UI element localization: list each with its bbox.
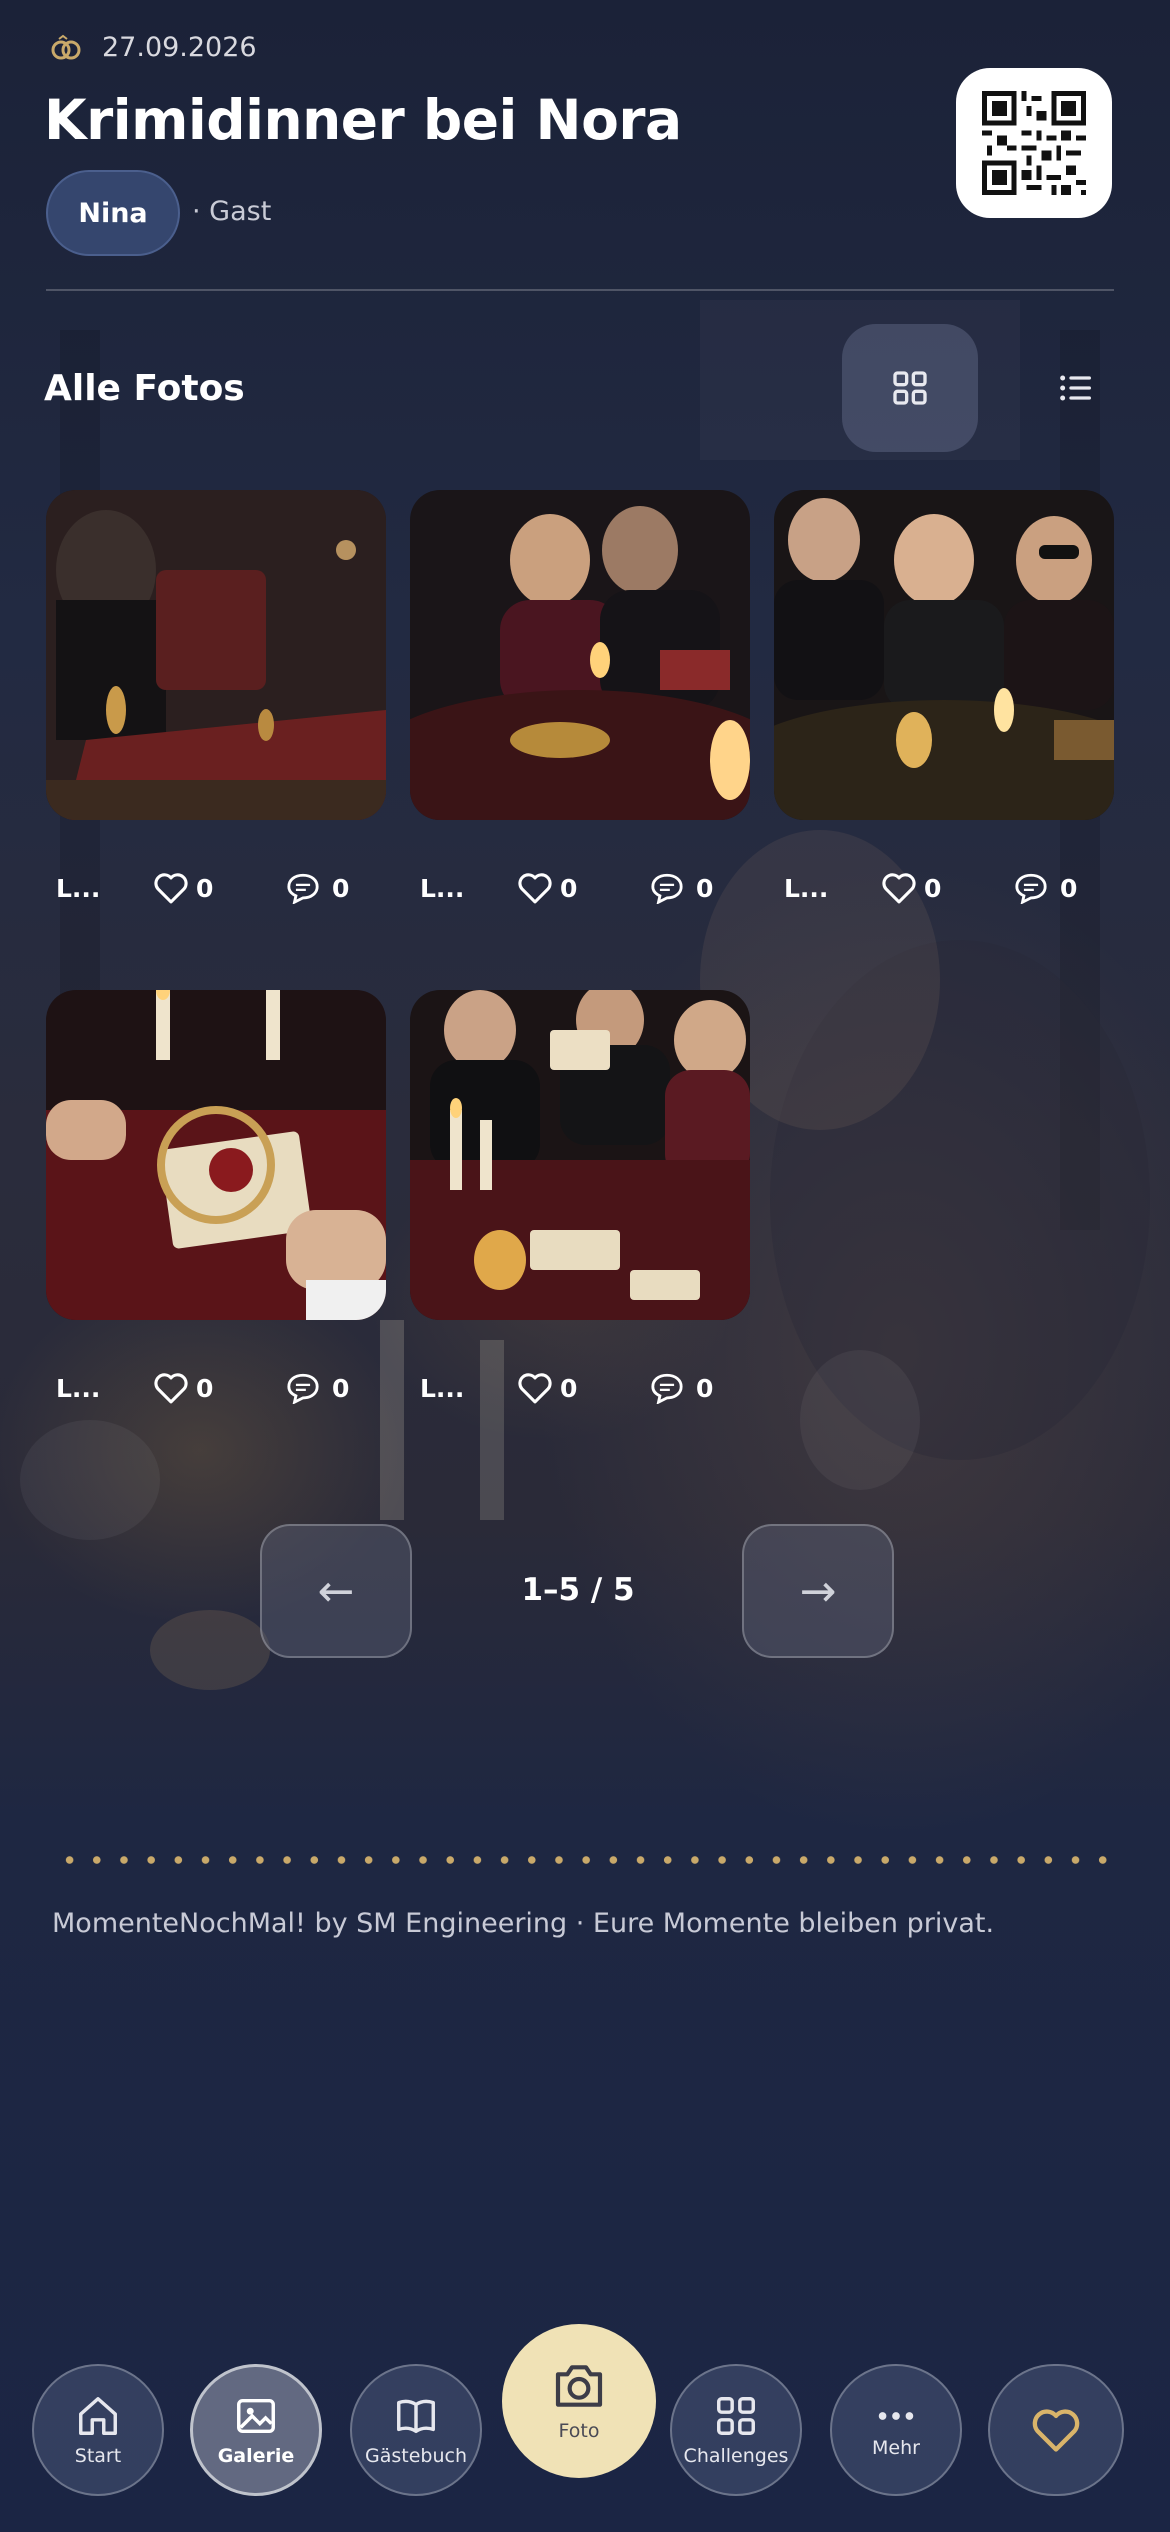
photo-thumbnail[interactable]	[46, 490, 386, 820]
like-count: 0	[560, 1373, 578, 1403]
rings-icon	[51, 34, 81, 59]
like-count: 0	[196, 1373, 214, 1403]
user-role: · Gast	[192, 196, 272, 227]
comment-button[interactable]: 0	[1014, 872, 1077, 904]
heart-icon	[518, 1373, 552, 1404]
nav-start[interactable]: Start	[32, 2364, 164, 2496]
nav-label: Foto	[558, 2420, 600, 2442]
heart-icon	[154, 873, 188, 904]
photo-meta: L... 0 0	[774, 868, 1114, 908]
photo-image	[46, 990, 386, 1320]
like-count: 0	[196, 873, 214, 903]
photo-image	[774, 490, 1114, 820]
list-icon	[1060, 375, 1091, 401]
heart-icon	[154, 1373, 188, 1404]
heart-icon	[882, 873, 916, 904]
photo-owner: L...	[420, 873, 465, 903]
page-indicator: 1–5 / 5	[521, 1572, 635, 1608]
like-count: 0	[924, 873, 942, 903]
comment-count: 0	[1060, 873, 1078, 903]
next-page-button[interactable]: →	[742, 1524, 894, 1658]
nav-label: Mehr	[872, 2437, 920, 2459]
dotted-divider	[56, 1856, 1116, 1864]
event-date: 27.09.2026	[50, 32, 257, 63]
photo-thumbnail[interactable]	[46, 990, 386, 1320]
like-count: 0	[560, 873, 578, 903]
comment-icon	[287, 873, 319, 904]
comment-button[interactable]: 0	[286, 1372, 349, 1404]
grid-icon	[893, 371, 927, 405]
comment-icon	[651, 1373, 683, 1404]
qr-code-button[interactable]	[956, 68, 1112, 218]
page-title: Krimidinner bei Nora	[44, 88, 682, 152]
nav-gaestebuch[interactable]: Gästebuch	[350, 2364, 482, 2496]
like-button[interactable]: 0	[152, 871, 232, 905]
like-button[interactable]: 0	[880, 871, 960, 905]
comment-button[interactable]: 0	[650, 872, 713, 904]
like-button[interactable]: 0	[516, 871, 596, 905]
arrow-right-icon: →	[799, 1565, 837, 1617]
nav-label: Gästebuch	[365, 2445, 467, 2467]
nav-mehr[interactable]: Mehr	[830, 2364, 962, 2496]
comment-button[interactable]: 0	[650, 1372, 713, 1404]
book-icon	[397, 2399, 435, 2434]
comment-count: 0	[332, 873, 350, 903]
like-button[interactable]: 0	[152, 1371, 232, 1405]
photo-thumbnail[interactable]	[774, 490, 1114, 820]
photo-owner: L...	[784, 873, 829, 903]
user-name-chip[interactable]: Nina	[46, 170, 180, 256]
date-text: 27.09.2026	[102, 32, 257, 63]
grid-icon	[717, 2397, 755, 2435]
photo-meta: L... 0 0	[410, 868, 750, 908]
camera-icon	[555, 2365, 603, 2407]
nav-challenges[interactable]: Challenges	[670, 2364, 802, 2496]
footer-text: MomenteNochMal! by SM Engineering · Eure…	[52, 1908, 995, 1939]
arrow-left-icon: ←	[317, 1565, 355, 1617]
comment-icon	[287, 1373, 319, 1404]
heart-icon	[1032, 2409, 1080, 2452]
nav-label: Galerie	[217, 2445, 295, 2467]
photo-image	[46, 490, 386, 820]
photo-meta: L... 0 0	[410, 1368, 750, 1408]
comment-count: 0	[332, 1373, 350, 1403]
comment-count: 0	[696, 1373, 714, 1403]
list-view-button[interactable]	[1008, 324, 1144, 452]
heart-icon	[518, 873, 552, 904]
photo-thumbnail[interactable]	[410, 990, 750, 1320]
prev-page-button[interactable]: ←	[260, 1524, 412, 1658]
nav-galerie[interactable]: Galerie	[190, 2364, 322, 2496]
favorites-button[interactable]	[988, 2364, 1124, 2496]
comment-count: 0	[696, 873, 714, 903]
photo-meta: L... 0 0	[46, 868, 386, 908]
photo-meta: L... 0 0	[46, 1368, 386, 1408]
comment-icon	[651, 873, 683, 904]
comment-icon	[1015, 873, 1047, 904]
photo-owner: L...	[56, 1373, 101, 1403]
nav-label: Start	[74, 2445, 122, 2467]
image-icon	[237, 2398, 275, 2434]
app-screen: 27.09.2026 Krimidinner bei Nora Nina · G…	[0, 0, 1170, 2532]
photo-owner: L...	[56, 873, 101, 903]
more-dots-icon	[878, 2412, 914, 2420]
grid-view-button[interactable]	[842, 324, 978, 452]
like-button[interactable]: 0	[516, 1371, 596, 1405]
header-divider	[46, 289, 1114, 291]
photo-owner: L...	[420, 1373, 465, 1403]
photo-thumbnail[interactable]	[410, 490, 750, 820]
comment-button[interactable]: 0	[286, 872, 349, 904]
photo-image	[410, 990, 750, 1320]
photo-image	[410, 490, 750, 820]
section-title: Alle Fotos	[44, 368, 245, 409]
home-icon	[79, 2397, 117, 2435]
nav-label: Challenges	[683, 2445, 789, 2467]
qr-code-icon	[982, 91, 1086, 195]
nav-foto-camera-button[interactable]: Foto	[502, 2324, 656, 2478]
